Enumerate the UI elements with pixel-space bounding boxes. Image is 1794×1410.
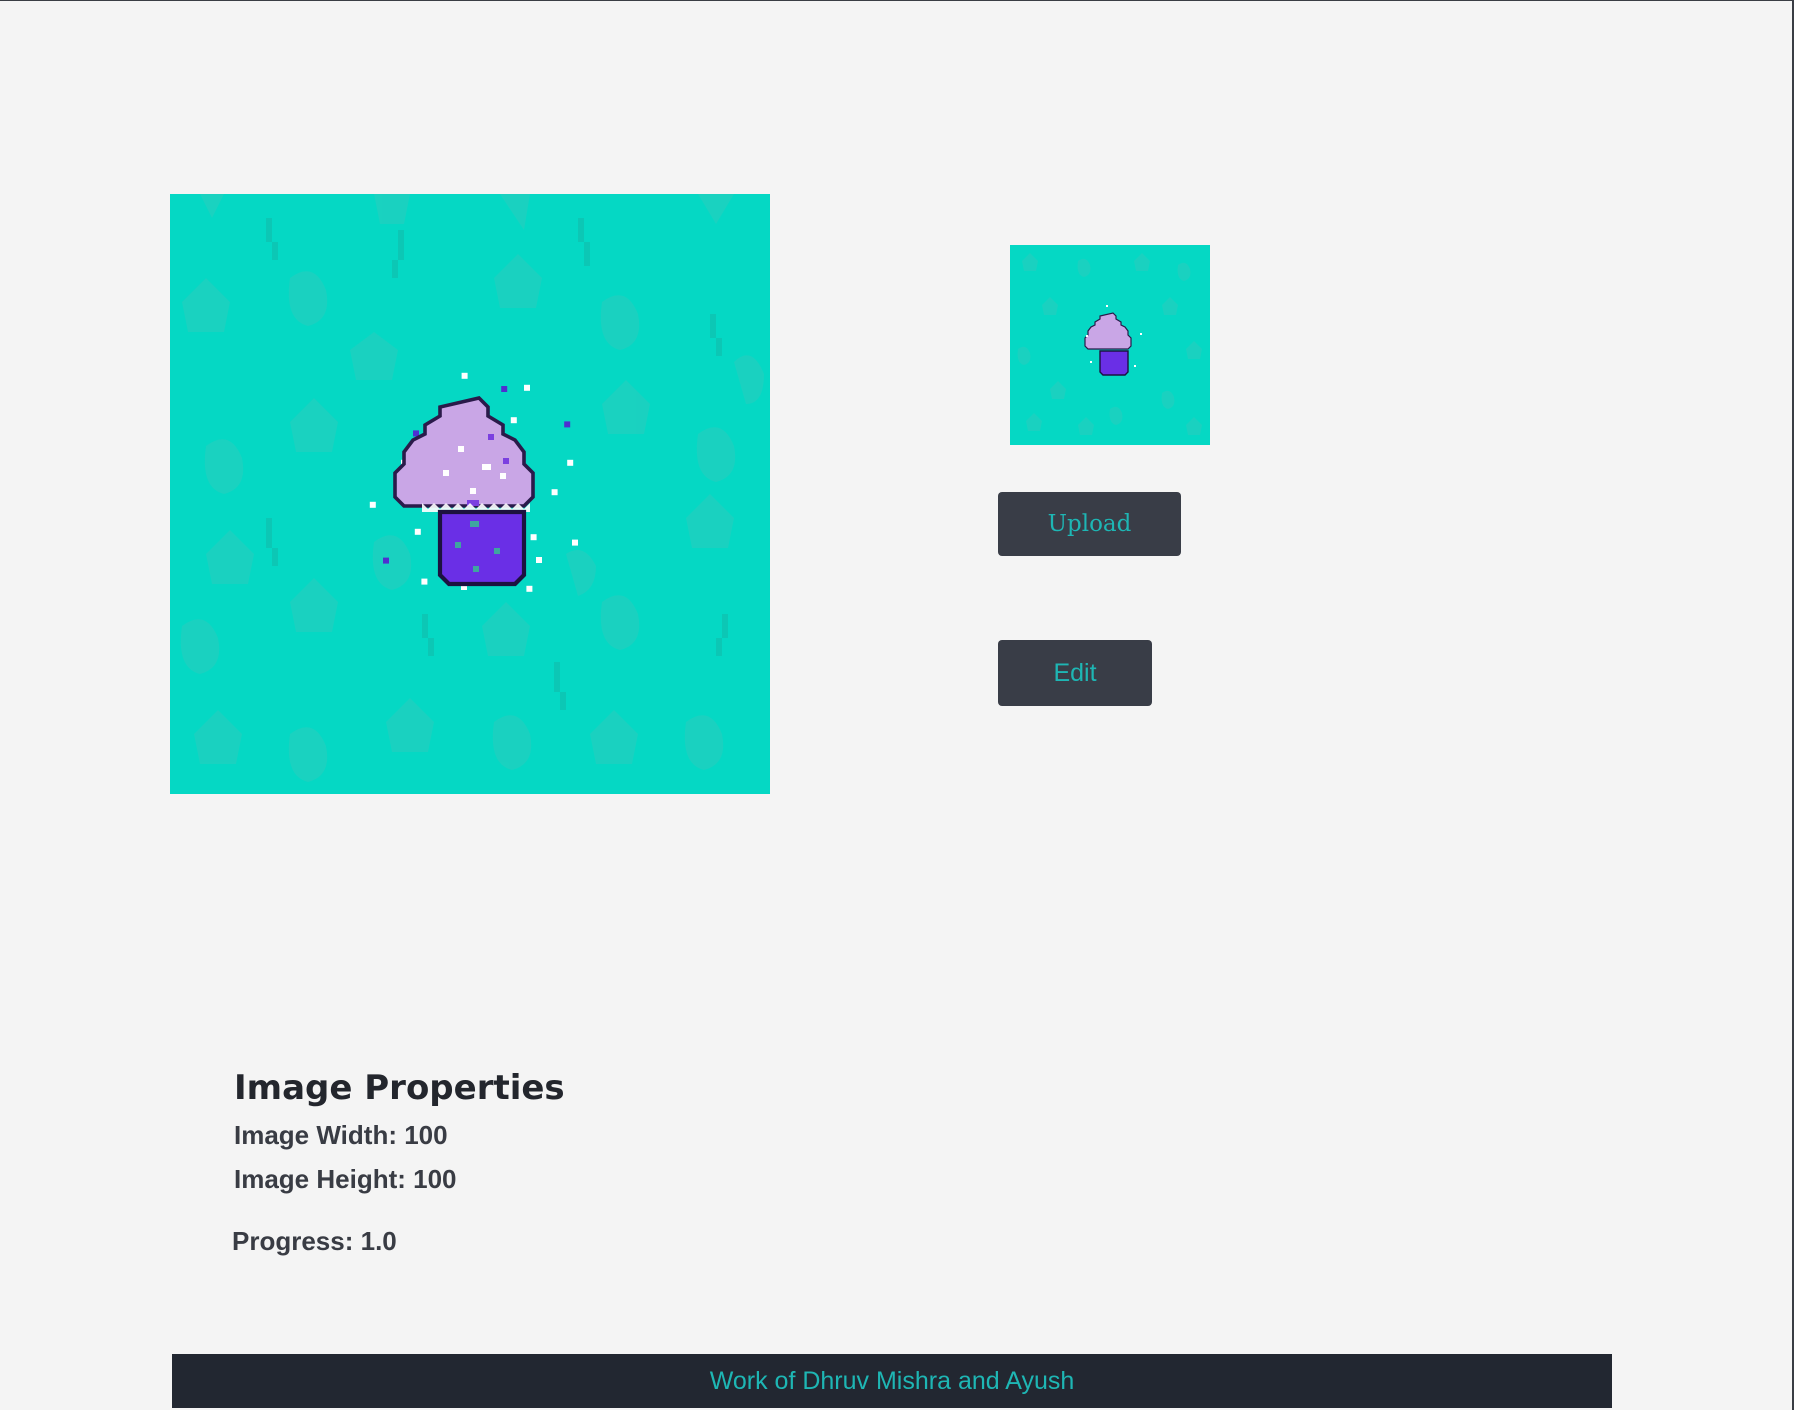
footer: Work of Dhruv Mishra and Ayush: [172, 1354, 1612, 1408]
image-width-value: Image Width: 100: [234, 1120, 448, 1150]
footer-credit-text: Work of Dhruv Mishra and Ayush: [709, 1366, 1075, 1395]
thumbnail-image: [1010, 245, 1210, 445]
image-properties-title: Image Properties: [234, 1068, 565, 1108]
progress-value: Progress: 1.0: [232, 1226, 397, 1256]
upload-button[interactable]: Upload: [998, 492, 1181, 556]
window-top-border: [0, 0, 1794, 1]
image-height-value: Image Height: 100: [234, 1164, 457, 1194]
edit-button[interactable]: Edit: [998, 640, 1152, 706]
main-image-preview: [170, 194, 770, 794]
